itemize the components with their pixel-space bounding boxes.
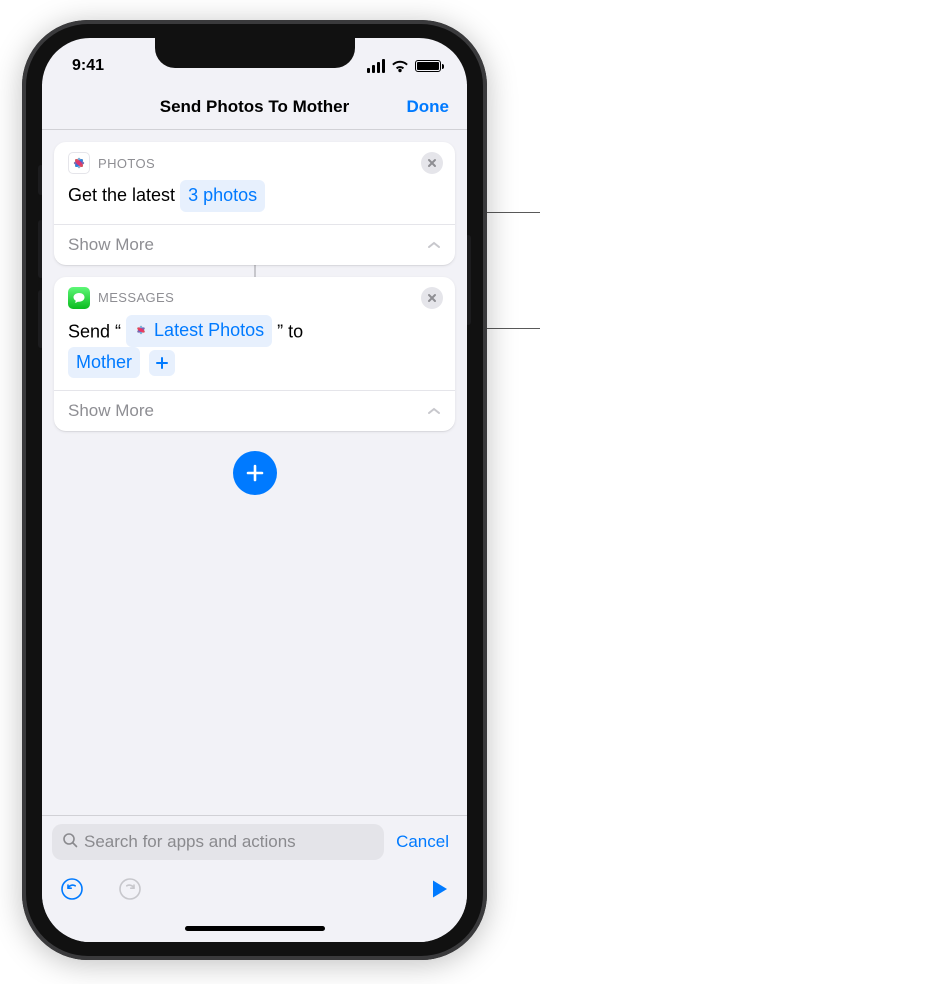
- status-right: [367, 59, 441, 73]
- recipient-token[interactable]: Mother: [68, 347, 140, 379]
- close-icon[interactable]: [421, 152, 443, 174]
- screen: 9:41 Send Photos To Mother Done: [42, 38, 467, 942]
- card-body: Get the latest 3 photos: [54, 176, 455, 224]
- action-text-to: to: [288, 321, 303, 341]
- toolbar-left: [60, 877, 142, 906]
- home-indicator[interactable]: [185, 926, 325, 931]
- content-token[interactable]: Latest Photos: [126, 315, 272, 347]
- search-icon: [62, 832, 78, 853]
- wifi-icon: [391, 60, 409, 73]
- bottom-toolbar: [42, 868, 467, 914]
- close-icon[interactable]: [421, 287, 443, 309]
- action-text-send: Send: [68, 321, 110, 341]
- show-more-row[interactable]: Show More: [54, 390, 455, 431]
- card-body: Send “ La: [54, 311, 455, 391]
- card-app-label: PHOTOS: [98, 156, 155, 171]
- status-time: 9:41: [72, 57, 104, 75]
- battery-icon: [415, 60, 441, 72]
- photos-mini-icon: [134, 323, 148, 337]
- photos-app-icon: [68, 152, 90, 174]
- action-card-photos[interactable]: PHOTOS Get the latest 3 photos Show More: [54, 142, 455, 265]
- add-action-button[interactable]: [233, 451, 277, 495]
- home-indicator-area: [42, 914, 467, 942]
- search-input[interactable]: Search for apps and actions: [52, 824, 384, 860]
- content-token-label: Latest Photos: [154, 316, 264, 345]
- page-title: Send Photos To Mother: [160, 97, 350, 117]
- search-bar: Search for apps and actions Cancel: [42, 815, 467, 868]
- action-connector: [254, 265, 256, 277]
- action-card-messages[interactable]: MESSAGES Send “: [54, 277, 455, 432]
- show-more-row[interactable]: Show More: [54, 224, 455, 265]
- show-more-label: Show More: [68, 401, 154, 421]
- notch: [155, 38, 355, 68]
- phone-frame: 9:41 Send Photos To Mother Done: [22, 20, 487, 960]
- photo-count-token[interactable]: 3 photos: [180, 180, 265, 212]
- chevron-up-icon: [427, 241, 441, 249]
- search-placeholder: Search for apps and actions: [84, 832, 296, 852]
- card-header: MESSAGES: [54, 277, 455, 311]
- card-app-label: MESSAGES: [98, 290, 174, 305]
- run-button[interactable]: [431, 879, 449, 904]
- done-button[interactable]: Done: [407, 97, 450, 117]
- content-area: PHOTOS Get the latest 3 photos Show More: [42, 130, 467, 815]
- chevron-up-icon: [427, 407, 441, 415]
- show-more-label: Show More: [68, 235, 154, 255]
- action-text-prefix: Get the latest: [68, 185, 180, 205]
- cellular-icon: [367, 59, 385, 73]
- redo-button: [118, 877, 142, 906]
- undo-button[interactable]: [60, 877, 84, 906]
- add-recipient-button[interactable]: [149, 350, 175, 376]
- card-header: PHOTOS: [54, 142, 455, 176]
- messages-app-icon: [68, 287, 90, 309]
- nav-bar: Send Photos To Mother Done: [42, 84, 467, 130]
- cancel-button[interactable]: Cancel: [396, 832, 457, 852]
